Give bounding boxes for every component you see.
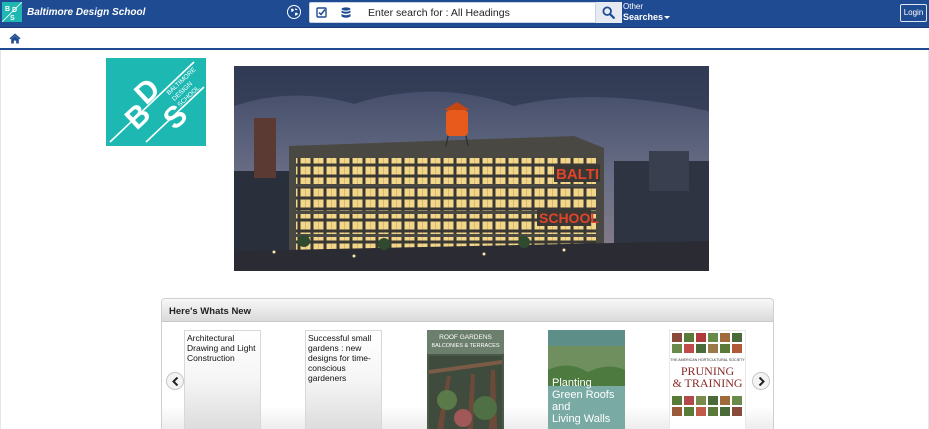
new-item-title: Architectural Drawing and Light Construc… [187,333,256,363]
new-item-book-cover[interactable]: ROOF GARDENS BALCONIES & TERRACES [427,330,504,429]
checklist-icon[interactable] [315,6,329,20]
new-item-card[interactable]: Successful small gardens : new designs f… [305,330,382,429]
search-input[interactable] [368,5,592,20]
search-bar [309,2,622,23]
building-sign-top: BALTI [556,166,599,183]
building-sign-bottom: SCHOOL [539,210,599,226]
carousel-header: Here's Whats New [162,299,773,322]
chevron-right-icon [758,377,765,386]
new-item-book-cover[interactable]: THE AMERICAN HORTICULTURAL SOCIETY PRUNI… [669,330,746,429]
search-button[interactable] [595,2,622,23]
login-button[interactable]: Login [900,4,927,22]
new-item-book-cover[interactable]: Planting Green Roofs and Living Walls [548,330,625,429]
other-searches-label: Searches [623,12,664,22]
database-icon[interactable] [339,6,353,20]
new-item-card[interactable]: Architectural Drawing and Light Construc… [184,330,261,429]
carousel-next-button[interactable] [752,372,770,390]
school-name[interactable]: Baltimore Design School [27,7,145,18]
other-searches-dropdown[interactable]: Other Searches [623,2,671,22]
svg-text:B: B [5,6,10,13]
chevron-left-icon [172,377,179,386]
carousel-title: Here's Whats New [169,306,251,317]
whats-new-carousel: Here's Whats New Architectural Drawing a… [161,298,774,429]
cover-top-line: THE AMERICAN HORTICULTURAL SOCIETY [670,358,745,362]
carousel-body: Architectural Drawing and Light Construc… [162,322,773,429]
cover-line-2: Green Roofs [552,389,615,401]
breadcrumb [0,28,929,50]
cover-line-2: & TRAINING [672,376,742,390]
svg-text:S: S [10,15,15,22]
cover-line-1: Planting [552,377,592,389]
hero-image-school-building: BALTI SCHOOL [234,66,709,271]
cover-line-4: Living Walls [552,413,611,425]
globe-icon[interactable] [287,5,301,19]
search-icon [602,6,615,19]
cover-title-line-2: BALCONIES & TERRACES [431,343,499,349]
other-searches-label-top: Other [623,2,644,11]
cover-line-3: and [552,401,570,413]
carousel-prev-button[interactable] [166,372,184,390]
school-logo: B D S BALTIMORE DESIGN SCHOOL [106,58,206,146]
svg-text:D: D [12,7,17,14]
home-icon[interactable] [9,33,21,44]
school-logo-small[interactable]: B D S [2,2,22,22]
cover-title-line-1: ROOF GARDENS [439,334,492,341]
caret-down-icon [664,16,671,20]
new-item-title: Successful small gardens : new designs f… [308,333,372,383]
top-bar: B D S Baltimore Design School Enter sear… [0,0,929,28]
